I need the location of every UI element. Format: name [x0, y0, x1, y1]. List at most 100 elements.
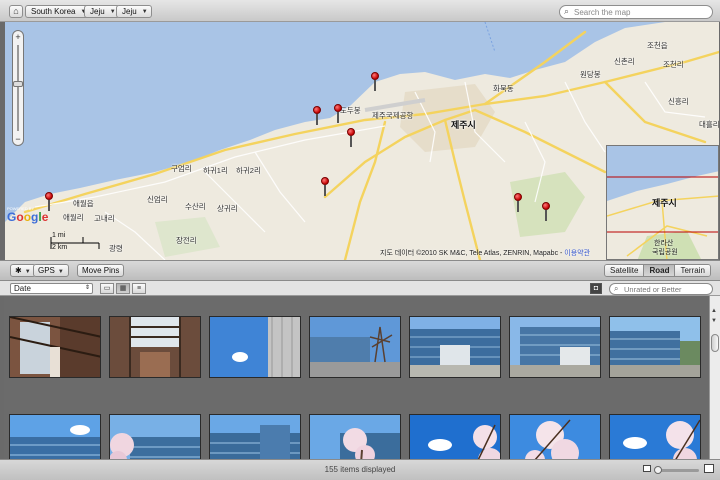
map-label: 도두봉: [340, 106, 361, 115]
photo-thumbnail[interactable]: [209, 414, 301, 459]
zoom-out-icon[interactable]: −: [13, 134, 23, 144]
small-thumbnail-icon[interactable]: [643, 465, 651, 472]
overview-label: 국립공원: [652, 249, 678, 256]
scale-miles: 1 mi: [52, 232, 66, 239]
thumbnail-size-slider[interactable]: [654, 466, 699, 474]
map-label: 광령: [109, 244, 123, 253]
search-icon: ⌕: [564, 6, 570, 16]
photo-thumbnail[interactable]: [9, 414, 101, 459]
chevron-down-icon: ▼: [24, 269, 31, 275]
move-pins-label: Move Pins: [82, 266, 120, 275]
gear-icon: ✱: [15, 266, 22, 275]
map-label: 애월리: [63, 213, 84, 222]
chevron-updown-icon: ⇕: [84, 285, 90, 291]
map-type-selector[interactable]: Satellite Road Terrain: [604, 264, 711, 277]
sort-bar: Date ⇕ ▭ ▦ ≡ ◘ ⌕: [0, 281, 720, 296]
photo-pin[interactable]: [333, 104, 343, 124]
status-bar: 155 items displayed: [0, 459, 720, 480]
photo-pin[interactable]: [312, 106, 322, 126]
photo-thumbnail[interactable]: [509, 414, 601, 459]
sort-select[interactable]: Date ⇕: [10, 283, 93, 294]
breadcrumb-label: Jeju: [90, 7, 105, 16]
map-label: 하귀2리: [236, 166, 261, 175]
overview-label: 제주시: [652, 198, 677, 208]
grid-icon: ▦: [119, 285, 127, 292]
google-logo: POWERED BY Google: [7, 206, 48, 223]
photo-thumbnail[interactable]: [309, 414, 401, 459]
action-menu-button[interactable]: ✱ ▼: [10, 264, 36, 277]
map-search[interactable]: ⌕: [559, 5, 713, 19]
list-icon: ≡: [136, 285, 142, 292]
item-count: 155 items displayed: [324, 465, 396, 474]
photo-thumbnail[interactable]: [409, 414, 501, 459]
large-thumbnail-icon[interactable]: [704, 464, 714, 473]
thumbnail-size-knob[interactable]: [654, 466, 662, 474]
rating-filter-input[interactable]: [624, 285, 710, 294]
photo-grid[interactable]: [4, 296, 709, 459]
map-label: 신흥리: [668, 97, 689, 106]
map-view[interactable]: 제주시 제주국제공항 화북동 조천읍 신촌리 원당봉 조천리 신흥리 대흘리 구…: [5, 22, 719, 260]
home-icon: ⌂: [13, 6, 19, 16]
photo-pin[interactable]: [320, 177, 330, 197]
view-grid-button[interactable]: ▦: [116, 283, 130, 294]
view-filmstrip-button[interactable]: ▭: [100, 283, 114, 294]
copyright-text: 지도 데이터 ©2010 SK M&C, Tele Atlas, ZENRIN,…: [380, 250, 565, 257]
breadcrumb-country[interactable]: South Korea ▼: [25, 5, 91, 18]
photo-thumbnail[interactable]: [9, 316, 101, 378]
camera-icon: ◘: [593, 285, 599, 292]
photo-thumbnail[interactable]: [109, 316, 201, 378]
map-label: 원당봉: [580, 70, 601, 79]
map-type-satellite[interactable]: Satellite: [605, 265, 645, 276]
breadcrumb-city[interactable]: Jeju ▼: [116, 5, 152, 18]
filmstrip-icon: ▭: [103, 285, 111, 292]
photo-thumbnail[interactable]: [309, 316, 401, 378]
chevron-down-icon: ▼: [141, 9, 148, 15]
scroll-thumb[interactable]: [711, 334, 719, 352]
move-pins-button[interactable]: Move Pins: [77, 264, 125, 277]
map-type-terrain[interactable]: Terrain: [675, 265, 710, 276]
home-button[interactable]: ⌂: [9, 5, 23, 18]
photo-thumbnail[interactable]: [609, 414, 701, 459]
photo-thumbnail[interactable]: [109, 414, 201, 459]
zoom-track[interactable]: [17, 45, 19, 131]
photo-pin[interactable]: [541, 202, 551, 222]
view-list-button[interactable]: ≡: [132, 283, 146, 294]
sort-value: Date: [14, 284, 31, 293]
breadcrumb-label: Jeju: [122, 7, 137, 16]
map-label: 대흘리: [699, 120, 719, 129]
map-search-input[interactable]: [574, 7, 708, 17]
photo-thumbnail[interactable]: [509, 316, 601, 378]
zoom-thumb[interactable]: [13, 81, 23, 87]
breadcrumb-province[interactable]: Jeju ▼: [84, 5, 120, 18]
gps-label: GPS: [38, 266, 55, 275]
scroll-up-icon[interactable]: ▲: [711, 308, 717, 314]
map-zoom-control[interactable]: + −: [12, 30, 24, 146]
photo-thumbnail[interactable]: [409, 316, 501, 378]
photo-thumbnail[interactable]: [209, 316, 301, 378]
map-label: 상귀리: [217, 204, 238, 213]
map-label: 수산리: [185, 202, 206, 211]
rating-filter-button[interactable]: ◘: [590, 283, 602, 294]
map-label-airport: 제주국제공항: [372, 111, 414, 120]
map-scale: 1 mi 2 km: [49, 232, 109, 254]
photo-pin[interactable]: [346, 128, 356, 148]
rating-filter[interactable]: ⌕: [609, 283, 713, 295]
photo-thumbnail[interactable]: [609, 316, 701, 378]
photo-grid-scrollbar[interactable]: ▲ ▼: [709, 296, 720, 459]
map-label: 고내리: [94, 214, 115, 223]
map-label: 신엄리: [147, 195, 168, 204]
map-label: 애월읍: [73, 199, 94, 208]
map-label: 구엄리: [171, 164, 192, 173]
overview-map[interactable]: 제주시 한라산 국립공원: [606, 145, 719, 260]
map-controls-bar: ✱ ▼ GPS ▼ Move Pins Satellite Road Terrain: [0, 260, 720, 281]
terms-link[interactable]: 이용약관: [564, 250, 590, 257]
map-type-road[interactable]: Road: [644, 265, 676, 276]
map-label: 하귀1리: [203, 166, 228, 175]
zoom-in-icon[interactable]: +: [13, 32, 23, 42]
scroll-down-icon[interactable]: ▼: [711, 318, 717, 324]
google-wordmark: Google: [7, 210, 49, 224]
map-label: 신촌리: [614, 57, 635, 66]
photo-pin[interactable]: [370, 72, 380, 92]
photo-pin[interactable]: [513, 193, 523, 213]
gps-button[interactable]: GPS ▼: [33, 264, 69, 277]
